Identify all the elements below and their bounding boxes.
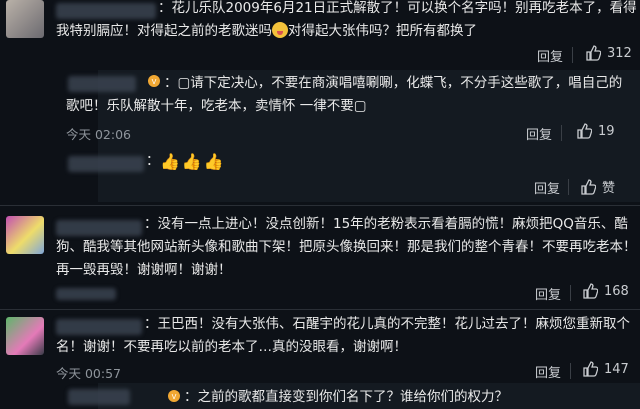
thumbs-up-icon [586,45,601,61]
comment-text-line2: 狗、酷我等其他网站新头像和歌曲下架！把原头像换回来！那是我们的整个青春！不要再吃… [56,239,637,255]
reply-text: ：▢请下定决心，不要在商演唱嘻唰唰，化蝶飞，不分手这些歌了，唱自己的 [164,75,623,91]
thumbs-emoji-icons: 👍👍👍 [160,152,226,171]
separator [0,309,640,310]
reply-button[interactable]: 回复 [526,124,552,143]
reply-text-line2: 歌吧！乐队解散十年，吃老本，卖情怀 一律不要▢ [66,98,367,114]
svg-text:V: V [172,393,177,401]
avatar[interactable] [6,0,44,38]
comment-1: ：花儿乐队2009年6月21日正式解散了！可以换个名字吗！别再吃老本了，看得 我… [0,0,640,65]
username-blurred[interactable] [68,156,144,172]
like-button[interactable]: 168 [582,283,629,299]
reply-2: ： 👍👍👍 回复 赞 [0,148,640,202]
thumbs-up-icon [577,123,592,139]
like-count: 19 [598,123,615,139]
like-count: 168 [604,283,629,299]
timestamp: 今天 02:06 [66,127,131,142]
comment-text-line3: 再一毁再毁！谢谢啊！谢谢！ [56,262,232,278]
reply-button[interactable]: 回复 [537,46,563,65]
reply-button[interactable]: 回复 [535,362,561,381]
comment-text: ：花儿乐队2009年6月21日正式解散了！可以换个名字吗！别再吃老本了，看得 [158,0,637,16]
divider [570,363,571,379]
divider [561,125,562,141]
like-count: 147 [604,361,629,377]
username-blurred[interactable] [68,389,130,405]
timestamp-blurred [56,288,116,300]
divider [568,179,569,195]
separator [0,205,640,206]
emoji-icon [272,22,288,38]
vip-badge-icon: V [168,390,180,402]
like-count: 312 [607,45,632,61]
timestamp: 今天 00:57 [56,366,121,381]
like-button[interactable]: 312 [585,45,632,61]
like-button[interactable]: 19 [576,123,615,139]
thumbs-up-icon [581,178,596,195]
avatar[interactable] [6,216,44,254]
like-label: 赞 [602,181,616,196]
avatar[interactable] [6,317,44,355]
comment-text-line2: 我特别膈应！对得起之前的老歌迷吗 对得起大张伟吗？把所有都换了 [56,22,477,39]
username-blurred[interactable] [56,319,142,335]
username-blurred[interactable] [56,220,142,236]
thumbs-up-icon [583,283,598,299]
comment-text: ：王巴西！没有大张伟、石醒宇的花儿真的不完整！花儿过去了！麻烦您重新取个 [144,316,630,332]
comment-4: ：没有一点上进心！没点创新！15年的老粉表示看着膈的慌！麻烦把QQ音乐、酷 狗、… [0,208,640,306]
thumbs-up-icon [583,361,598,377]
reply-button[interactable]: 回复 [534,178,560,197]
reply-button[interactable]: 回复 [535,284,561,303]
comment-text-line2: 名！谢谢！不要再吃以前的老本了…真的没眼看，谢谢啊！ [56,339,407,355]
vip-badge-icon: V [148,75,160,87]
username-blurred[interactable] [68,76,136,92]
reply-text: ： [146,153,160,169]
reply-text: ：之前的歌都直接变到你们名下了？谁给你们的权力？ [184,389,508,405]
reply-thread-2: V ：之前的歌都直接变到你们名下了？谁给你们的权力？ [68,383,640,409]
username-blurred[interactable] [56,3,156,19]
comment-5: ：王巴西！没有大张伟、石醒宇的花儿真的不完整！花儿过去了！麻烦您重新取个 名！谢… [0,311,640,381]
divider [572,47,573,63]
svg-text:V: V [152,78,157,86]
comment-text: ：没有一点上进心！没点创新！15年的老粉表示看着膈的慌！麻烦把QQ音乐、酷 [144,216,628,232]
like-button[interactable]: 赞 [580,177,615,196]
divider [570,285,571,301]
like-button[interactable]: 147 [582,361,629,377]
